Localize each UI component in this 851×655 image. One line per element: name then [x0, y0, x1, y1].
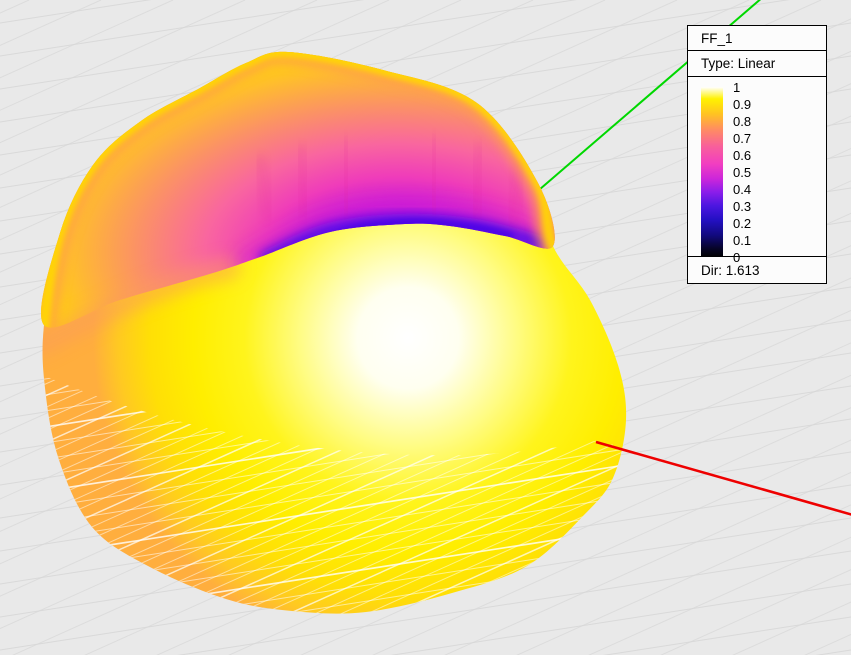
colorbar-tick: 0.7	[733, 130, 793, 147]
colorbar-tick: 0.3	[733, 198, 793, 215]
farfield-legend-box: FF_1 Type: Linear 10.90.80.70.60.50.40.3…	[687, 25, 827, 284]
legend-title: FF_1	[687, 25, 827, 51]
colorbar-tick: 1	[733, 79, 793, 96]
legend-colorbar-section: 10.90.80.70.60.50.40.30.20.10	[687, 76, 827, 257]
colorbar-tick: 0	[733, 249, 793, 266]
colorbar	[701, 87, 723, 257]
colorbar-tick: 0.9	[733, 96, 793, 113]
colorbar-tick: 0.1	[733, 232, 793, 249]
legend-type-label: Type: Linear	[687, 50, 827, 77]
colorbar-tick: 0.8	[733, 113, 793, 130]
colorbar-tick: 0.6	[733, 147, 793, 164]
3d-farfield-viewport[interactable]: FF_1 Type: Linear 10.90.80.70.60.50.40.3…	[0, 0, 851, 655]
colorbar-tick: 0.5	[733, 164, 793, 181]
colorbar-tick: 0.4	[733, 181, 793, 198]
colorbar-tick: 0.2	[733, 215, 793, 232]
